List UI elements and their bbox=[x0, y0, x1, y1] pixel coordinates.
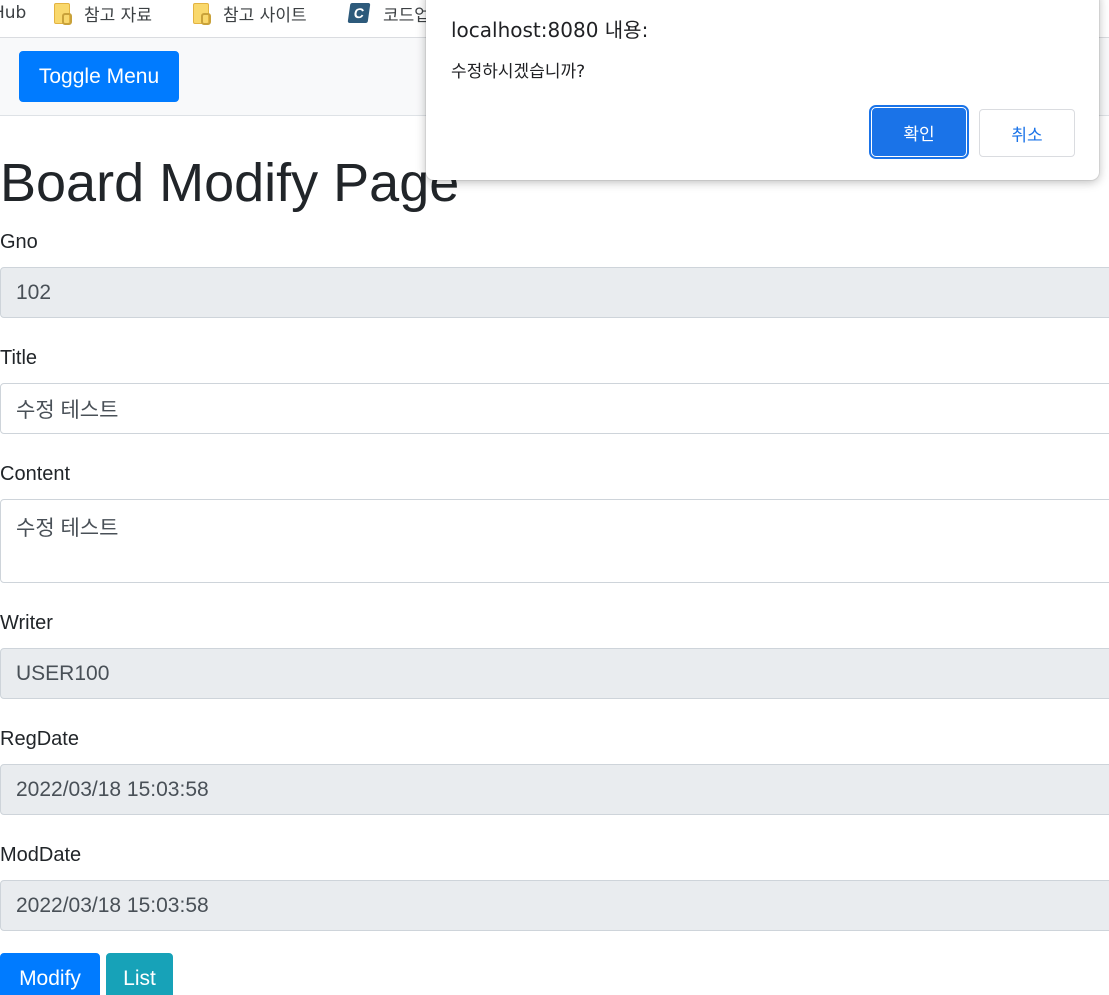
regdate-label: RegDate bbox=[0, 728, 79, 750]
writer-input[interactable]: USER100 bbox=[0, 648, 1109, 699]
folder-icon bbox=[54, 2, 72, 25]
bookmark-hub[interactable]: Hub bbox=[0, 0, 26, 26]
gno-label: Gno bbox=[0, 231, 38, 253]
bookmark-label: 참고 사이트 bbox=[223, 5, 307, 26]
dialog-message: 수정하시겠습니까? bbox=[451, 62, 586, 82]
folder-icon bbox=[193, 2, 211, 25]
bookmark-label: 참고 자료 bbox=[84, 5, 152, 26]
bookmark-label: 코드업 bbox=[383, 5, 430, 26]
confirm-dialog: localhost:8080 내용: 수정하시겠습니까? 확인 취소 bbox=[426, 0, 1099, 180]
modify-button[interactable]: Modify bbox=[0, 953, 100, 995]
title-input[interactable]: 수정 테스트 bbox=[0, 383, 1109, 434]
title-label: Title bbox=[0, 347, 38, 369]
bookmark-reference-sites[interactable]: 참고 사이트 bbox=[193, 0, 307, 26]
dialog-ok-button[interactable]: 확인 bbox=[869, 105, 969, 159]
page-title: Board Modify Page bbox=[0, 153, 460, 213]
writer-label: Writer bbox=[0, 612, 53, 634]
toggle-menu-button[interactable]: Toggle Menu bbox=[19, 51, 179, 102]
list-button[interactable]: List bbox=[106, 953, 173, 995]
bookmark-label: Hub bbox=[0, 3, 27, 23]
bookmark-codeup[interactable]: C 코드업 bbox=[347, 0, 430, 26]
moddate-label: ModDate bbox=[0, 844, 82, 866]
bookmark-reference-materials[interactable]: 참고 자료 bbox=[54, 0, 152, 26]
dialog-cancel-button[interactable]: 취소 bbox=[979, 109, 1075, 157]
content-textarea[interactable]: 수정 테스트 bbox=[0, 499, 1109, 583]
dialog-title: localhost:8080 내용: bbox=[451, 18, 649, 42]
content-label: Content bbox=[0, 463, 71, 485]
gno-input[interactable]: 102 bbox=[0, 267, 1109, 318]
regdate-input[interactable]: 2022/03/18 15:03:58 bbox=[0, 764, 1109, 815]
codeup-icon: C bbox=[347, 3, 371, 23]
moddate-input[interactable]: 2022/03/18 15:03:58 bbox=[0, 880, 1109, 931]
browser-viewport: Hub 참고 자료 참고 사이트 C 코드업 Toggle Menu Board… bbox=[0, 0, 1109, 995]
